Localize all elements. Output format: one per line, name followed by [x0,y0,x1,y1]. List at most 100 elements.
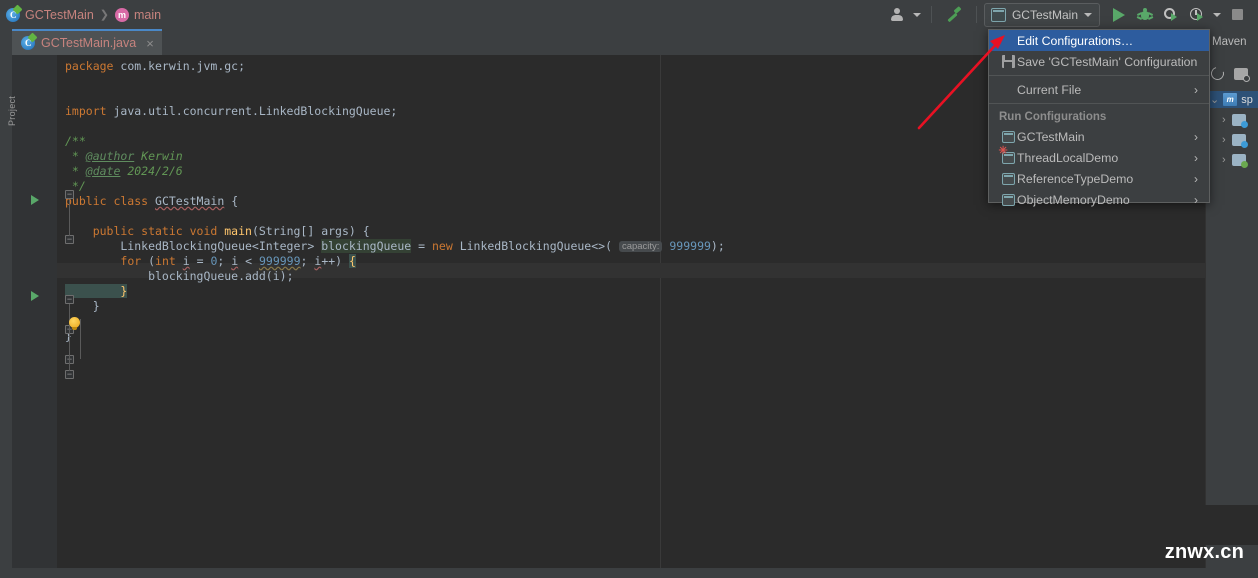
download-sources-icon[interactable] [1234,67,1250,82]
maven-tree-item-1[interactable]: › [1206,111,1258,128]
menu-separator [989,75,1209,76]
run-play-icon [1113,7,1125,22]
module-green-icon [1231,153,1248,168]
code-token: com.kerwin.jvm.gc; [120,59,246,73]
code-line[interactable]: } [65,284,128,299]
debug-bug-icon [1136,7,1154,22]
chevron-right-icon[interactable]: › [1194,172,1201,186]
chevron-right-icon[interactable]: › [1222,154,1226,166]
menu-item-label: ThreadLocalDemo [1017,150,1119,165]
menu-item-threadlocaldemo[interactable]: ThreadLocalDemo › [989,146,1209,168]
code-token: * [65,164,86,178]
code-token: java.util.concurrent.LinkedBlockingQueue… [113,104,398,118]
code-line-13[interactable]: LinkedBlockingQueue<Integer> blockingQue… [65,239,725,255]
run-configuration-popup-menu[interactable]: Edit Configurations… Save 'GCTestMain' Co… [988,29,1210,207]
matched-brace: { [349,254,356,268]
maven-toolbar [1206,64,1258,83]
breadcrumb-item-class[interactable]: C GCTestMain [6,7,94,22]
maven-tree-item-2[interactable]: › [1206,131,1258,148]
editor-tab-label: GCTestMain.java [41,36,137,50]
run-configuration-selector[interactable]: GCTestMain [983,2,1100,27]
maven-root-label: sp [1241,93,1253,106]
menu-item-edit-configurations[interactable]: Edit Configurations… [989,30,1209,51]
chevron-down-icon[interactable]: ⌄ [1210,93,1219,106]
code-token: = [189,254,211,268]
build-hammer-icon [946,5,962,23]
user-account-button[interactable] [884,4,910,26]
code-line[interactable]: * @date 2024/2/6 [65,164,183,179]
chevron-right-icon[interactable]: › [1194,193,1201,207]
menu-item-save-gctestmain-configuration[interactable]: Save 'GCTestMain' Configuration [989,51,1209,72]
run-configuration-icon [990,7,1006,22]
code-line[interactable]: /** [65,134,86,149]
argument-capacity-value: 999999 [669,239,711,253]
run-button[interactable] [1106,4,1132,26]
left-tool-window-strip[interactable]: Project [0,55,17,578]
refresh-icon[interactable] [1208,64,1227,83]
gutter-run-icon-line12[interactable] [31,291,39,301]
menu-item-label: ReferenceTypeDemo [1017,171,1134,186]
maven-tree-root[interactable]: ⌄ m sp [1206,91,1258,108]
code-token: main [224,224,252,238]
run-with-coverage-button[interactable] [1158,4,1184,26]
run-with-profiler-button[interactable] [1184,4,1210,26]
debug-button[interactable] [1132,4,1158,26]
menu-item-label: GCTestMain [1017,129,1085,144]
module-blue-icon [1231,113,1248,128]
fold-marker-method-end[interactable]: − [65,370,74,379]
fold-marker-javadoc-end[interactable]: − [65,235,74,244]
fold-marker-javadoc-start[interactable]: − [65,190,74,199]
breadcrumb: C GCTestMain ❯ m main [6,0,161,29]
editor-tab-gctestmain[interactable]: C GCTestMain.java × [12,29,162,55]
code-token: ++) [321,254,350,268]
save-icon [999,55,1017,68]
maven-tree-item-3[interactable]: › [1206,151,1258,168]
gutter-run-icon-line10[interactable] [31,195,39,205]
chevron-right-icon[interactable]: › [1222,114,1226,126]
code-token: ); [279,269,294,283]
code-line[interactable]: blockingQueue.add(i); [65,269,294,284]
module-blue-icon [1231,133,1248,148]
code-line-14[interactable]: for (int i = 0; i < 999999; i++) { [65,254,356,269]
stop-button[interactable] [1224,4,1250,26]
code-token: 2024/2/6 [120,164,183,178]
run-configuration-icon [999,172,1017,185]
menu-item-referencetypedemo[interactable]: ReferenceTypeDemo › [989,168,1209,189]
navigation-bar: C GCTestMain ❯ m main GCTestMain [0,0,1258,30]
profiler-dropdown[interactable] [1210,4,1224,26]
user-account-dropdown[interactable] [910,4,924,26]
chevron-down-icon [912,12,921,17]
fold-marker-method-start[interactable]: − [65,295,74,304]
code-token: ; [300,254,315,268]
chevron-right-icon[interactable]: › [1194,83,1201,97]
code-line[interactable]: * @author Kerwin [65,149,183,164]
code-token: @author [85,149,135,163]
code-token: < [238,254,259,268]
breadcrumb-item-method[interactable]: m main [115,7,161,22]
method-icon-glyph: m [117,9,126,20]
chevron-right-icon[interactable]: › [1194,151,1201,165]
status-bar [0,568,1258,578]
menu-item-current-file[interactable]: Current File › [989,79,1209,100]
code-token: public static void [65,224,225,238]
menu-item-gctestmain[interactable]: GCTestMain › [989,126,1209,147]
code-line[interactable]: public class GCTestMain { [65,194,238,209]
chevron-right-icon[interactable]: › [1222,134,1226,146]
code-line[interactable]: import java.util.concurrent.LinkedBlocki… [65,104,397,119]
file-icon-glyph: C [25,38,32,48]
menu-section-header: Run Configurations [999,110,1107,123]
chevron-right-icon[interactable]: › [1194,130,1201,144]
project-tool-button[interactable]: Project [7,86,17,126]
code-line[interactable]: public static void main(String[] args) { [65,224,370,239]
maven-tool-window[interactable]: Maven ⌄ m sp › › › [1205,29,1258,578]
code-token: * [65,149,86,163]
toolbar-separator [930,6,932,23]
code-token: @date [85,164,121,178]
watermark: znwx.cn [1164,541,1244,563]
intention-bulb-icon[interactable] [68,317,81,332]
build-project-button[interactable] [939,4,969,26]
parameter-hint-capacity[interactable]: capacity: [618,241,663,252]
menu-item-objectmemorydemo[interactable]: ObjectMemoryDemo › [989,189,1209,210]
close-icon[interactable]: × [146,36,154,51]
code-line[interactable]: package com.kerwin.jvm.gc; [65,59,245,74]
